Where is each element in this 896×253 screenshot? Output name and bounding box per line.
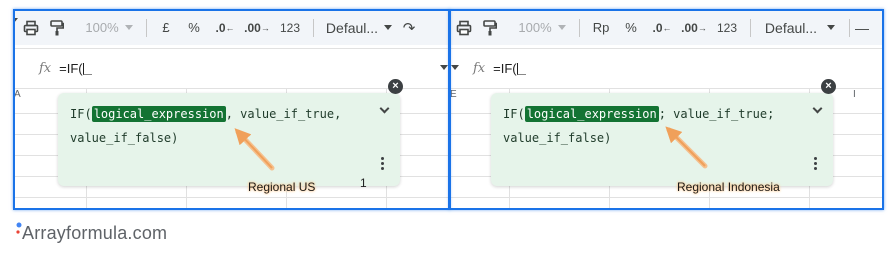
argument-list: , value_if_true, (225, 107, 342, 121)
decrease-decimal-label: .0 (215, 20, 226, 35)
function-signature: IF(logical_expression; value_if_true; va… (503, 102, 793, 150)
currency-label: Rp (592, 20, 610, 35)
divider (449, 197, 884, 198)
divider (14, 197, 449, 198)
chevron-down-icon (440, 65, 448, 70)
function-name: IF( (503, 107, 525, 121)
font-value: Defaul... (764, 19, 818, 36)
brand-name: Arrayformula.com (22, 222, 168, 243)
chevron-down-icon (827, 25, 836, 30)
currency-button[interactable]: Rp (586, 10, 616, 45)
chevron-down-icon[interactable] (812, 103, 823, 114)
text-cursor (82, 62, 92, 75)
divider (449, 48, 884, 49)
highlighted-argument: logical_expression (524, 106, 659, 122)
chevron-down-icon (557, 25, 566, 30)
more-vert-icon[interactable] (381, 157, 384, 171)
increase-decimal-label: .00 (244, 20, 261, 35)
number-format-label: 123 (279, 20, 301, 35)
number-format-button[interactable]: 123 (273, 10, 307, 45)
formula-input[interactable]: =IF( (493, 60, 526, 76)
font-size-decrease-button[interactable]: — (855, 10, 869, 45)
formula-text: =IF( (59, 60, 83, 76)
paint-format-icon (483, 19, 497, 35)
zoom-value: 100% (85, 20, 119, 35)
decrease-decimal-button[interactable]: .0 ← (209, 10, 241, 45)
divider (449, 88, 884, 89)
print-button[interactable] (451, 10, 477, 45)
zoom-value: 100% (518, 20, 552, 35)
font-select[interactable]: Defaul... (320, 10, 398, 45)
zoom-select[interactable]: 100% (78, 10, 140, 45)
divider (579, 18, 580, 37)
paint-format-button[interactable] (44, 10, 70, 45)
zoom-select[interactable]: 100% (511, 10, 573, 45)
divider (750, 18, 751, 37)
argument-list: value_if_false) (70, 131, 179, 145)
fx-icon: fx (473, 60, 486, 76)
divider (313, 18, 314, 37)
paint-format-icon (50, 19, 64, 35)
text-cursor (516, 62, 526, 75)
more-vert-icon[interactable] (814, 157, 817, 171)
print-button[interactable] (18, 10, 44, 45)
toolbar: 100% £ % .0 ← .00 → 123 Defaul... ↷ (14, 10, 449, 45)
formula-text: =IF( (493, 60, 517, 76)
close-icon[interactable]: × (821, 79, 836, 94)
paint-format-button[interactable] (477, 10, 503, 45)
number-format-button[interactable]: 123 (710, 10, 744, 45)
chevron-down-icon (14, 18, 18, 23)
formula-help-popup[interactable]: IF(logical_expression; value_if_true; va… (491, 93, 833, 186)
argument-list: ; value_if_true; (658, 107, 775, 121)
currency-label: £ (162, 20, 170, 35)
font-value: Defaul... (325, 19, 379, 36)
cell-value[interactable]: 1 (360, 176, 367, 190)
column-header[interactable]: A (14, 89, 21, 100)
percent-label: % (625, 20, 637, 35)
divider (14, 48, 449, 49)
percent-button[interactable]: % (179, 10, 209, 45)
chevron-down-icon (384, 25, 393, 30)
increase-decimal-label: .00 (681, 20, 698, 35)
formula-bar[interactable]: fx =IF( (449, 57, 884, 79)
increase-decimal-button[interactable]: .00 → (241, 10, 273, 45)
decrease-decimal-label: .0 (652, 20, 663, 35)
column-header[interactable]: E (450, 89, 457, 100)
fx-icon: fx (39, 60, 52, 76)
brand-logo: Arrayformula.com (16, 222, 167, 244)
redo-icon: ↷ (402, 19, 416, 37)
decrease-decimal-button[interactable]: .0 ← (646, 10, 678, 45)
chevron-down-icon[interactable] (379, 103, 390, 114)
right-spreadsheet-panel: 100% Rp % .0 ← .00 → 123 Defaul... — fx =I… (449, 10, 884, 209)
number-format-label: 123 (716, 20, 738, 35)
formula-help-popup[interactable]: IF(logical_expression, value_if_true, va… (58, 93, 400, 186)
print-icon (23, 20, 39, 35)
function-name: IF( (70, 107, 92, 121)
function-signature: IF(logical_expression, value_if_true, va… (70, 102, 360, 150)
increase-decimal-button[interactable]: .00 → (678, 10, 710, 45)
formula-input[interactable]: =IF( (59, 60, 92, 76)
annotation-label: Regional Indonesia (677, 180, 780, 194)
toolbar: 100% Rp % .0 ← .00 → 123 Defaul... — (449, 10, 884, 45)
argument-list: value_if_false) (503, 131, 612, 145)
divider (14, 88, 449, 89)
left-spreadsheet-panel: 100% £ % .0 ← .00 → 123 Defaul... ↷ fx =IF… (14, 10, 449, 209)
percent-button[interactable]: % (616, 10, 646, 45)
column-header[interactable]: I (853, 89, 856, 100)
minus-icon: — (855, 19, 869, 36)
annotation-label: Regional US (248, 180, 316, 194)
percent-label: % (188, 20, 200, 35)
highlighted-argument: logical_expression (91, 106, 226, 122)
print-icon (456, 20, 472, 35)
redo-button[interactable]: ↷ (398, 10, 420, 45)
divider (849, 18, 850, 37)
close-icon[interactable]: × (388, 79, 403, 94)
divider (146, 18, 147, 37)
chevron-down-icon (124, 25, 133, 30)
currency-button[interactable]: £ (153, 10, 179, 45)
formula-bar[interactable]: fx =IF( (14, 57, 449, 79)
font-select[interactable]: Defaul... (757, 10, 843, 45)
